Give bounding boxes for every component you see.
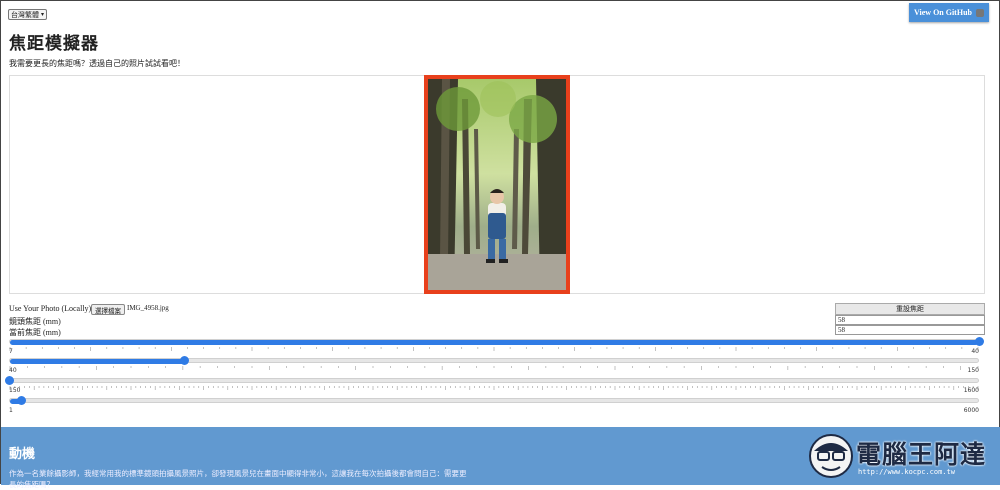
github-button[interactable]: View On GitHub bbox=[909, 3, 989, 22]
language-select-value: 台灣繁體 bbox=[11, 10, 39, 19]
focal-slider-1[interactable]: 7 40 bbox=[9, 337, 984, 355]
current-focal-input[interactable]: 58 bbox=[835, 325, 985, 335]
slider-fill bbox=[10, 340, 978, 345]
slider-thumb[interactable] bbox=[975, 337, 984, 346]
lens-focal-input[interactable]: 58 bbox=[835, 315, 985, 325]
focal-slider-4[interactable]: 1 6000 bbox=[9, 396, 979, 414]
slider-max-label: 150 bbox=[967, 367, 979, 374]
slider-track bbox=[9, 398, 979, 404]
photo-upload-label: Use Your Photo (Locally) bbox=[9, 304, 92, 313]
watermark-brand: 電腦王阿達 bbox=[856, 440, 987, 469]
language-select[interactable]: 台灣繁體 ▾ bbox=[8, 9, 47, 20]
slider-min-label: 7 bbox=[9, 348, 13, 355]
github-button-label: View On GitHub bbox=[914, 8, 972, 17]
slider-thumb[interactable] bbox=[16, 396, 26, 405]
current-focal-label: 當前焦距 (mm) bbox=[9, 328, 61, 337]
lens-focal-label: 鏡頭焦距 (mm) bbox=[9, 317, 61, 326]
tick-marks bbox=[9, 386, 979, 390]
slider-min-label: 1 bbox=[9, 407, 13, 414]
slider-ticks bbox=[9, 347, 979, 351]
watermark: 電腦王阿達 http://www.kocpc.com.tw bbox=[806, 433, 996, 481]
slider-fill bbox=[10, 359, 185, 364]
chevron-down-icon: ▾ bbox=[40, 11, 44, 18]
page-subtitle: 我需要更長的焦距嗎？透過自己的照片試試看吧！ bbox=[9, 59, 185, 68]
slider-min-label: 40 bbox=[9, 367, 17, 374]
slider-ticks bbox=[9, 366, 979, 370]
slider-min-label: 150 bbox=[9, 387, 21, 394]
photo-preview bbox=[424, 75, 570, 294]
slider-max-label: 1600 bbox=[963, 387, 979, 394]
motivation-text: 作為一名業餘攝影師，我經常用我的標準鏡頭拍攝風景照片，卻發現風景兒在畫面中顯得非… bbox=[9, 469, 467, 489]
slider-max-label: 40 bbox=[971, 348, 979, 355]
choose-file-button[interactable]: 選擇檔案 bbox=[91, 304, 125, 315]
slider-track bbox=[9, 358, 979, 364]
focal-slider-3[interactable]: 150 1600 bbox=[5, 376, 979, 394]
tick-marks bbox=[9, 366, 979, 370]
mascot-icon bbox=[809, 434, 853, 478]
photo-image bbox=[428, 79, 566, 290]
slider-track bbox=[9, 339, 979, 345]
watermark-url: http://www.kocpc.com.tw bbox=[858, 468, 955, 476]
github-icon bbox=[975, 8, 984, 17]
motivation-heading: 動機 bbox=[9, 447, 36, 462]
page-title: 焦距模擬器 bbox=[9, 34, 99, 54]
focal-slider-2[interactable]: 40 150 bbox=[9, 356, 979, 374]
reset-focal-button[interactable]: 重設焦距 bbox=[835, 303, 985, 315]
slider-ticks bbox=[9, 386, 979, 390]
tick-marks bbox=[9, 347, 979, 351]
slider-thumb[interactable] bbox=[179, 356, 189, 365]
slider-max-label: 6000 bbox=[963, 407, 979, 414]
slider-track bbox=[9, 378, 979, 383]
selected-file-name: IMG_4958.jpg bbox=[127, 304, 169, 312]
slider-thumb[interactable] bbox=[5, 376, 14, 385]
